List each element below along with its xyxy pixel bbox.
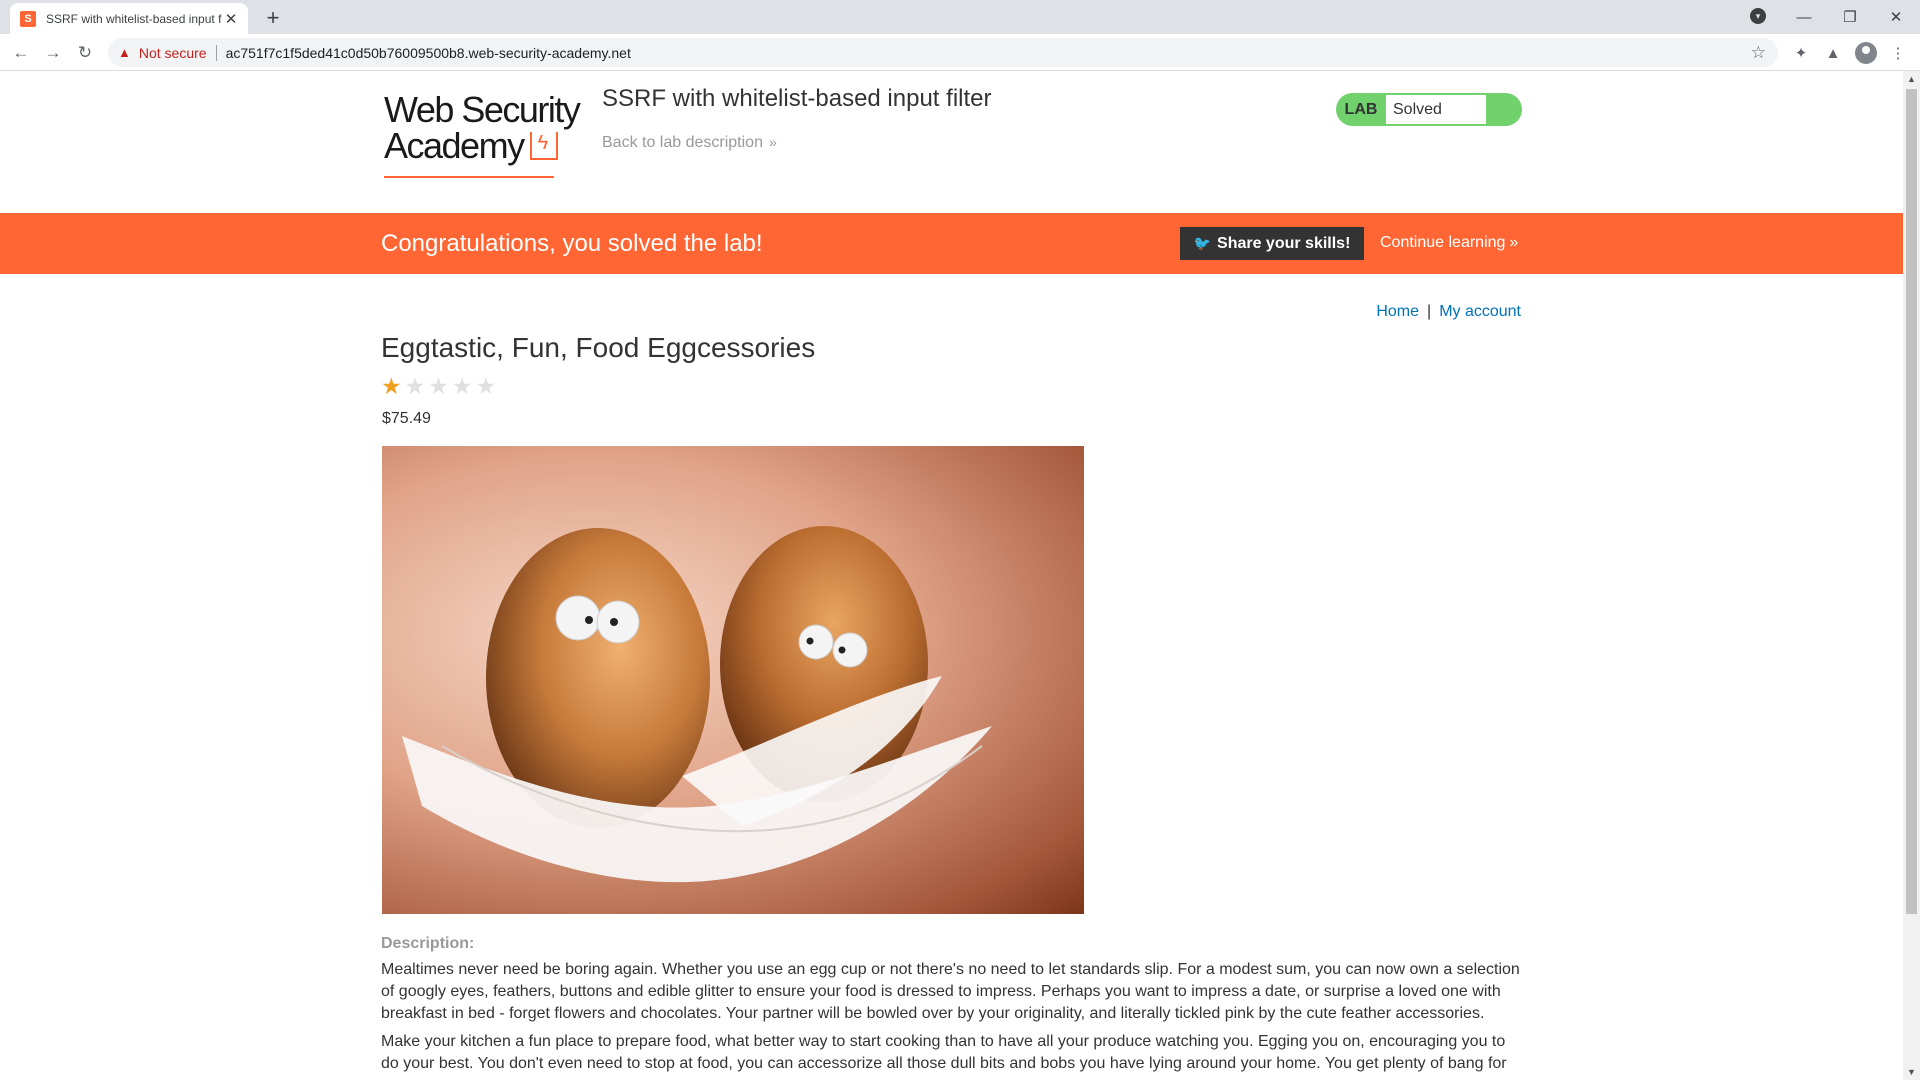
product-price: $75.49 — [382, 410, 431, 427]
restore-icon[interactable]: ❐ — [1827, 0, 1873, 34]
tab-title: SSRF with whitelist-based input f — [46, 11, 222, 26]
lab-title: SSRF with whitelist-based input filter — [602, 85, 992, 112]
lab-header: Web Security Academy SSRF with whitelist… — [0, 71, 1903, 213]
twitter-icon: 🐦 — [1193, 235, 1212, 251]
menu-kebab-icon[interactable]: ⋮ — [1887, 42, 1909, 64]
address-bar[interactable]: ▲ Not secure ac751f7c1f5ded41c0d50b76009… — [108, 38, 1778, 67]
warning-icon: ▲ — [118, 45, 131, 60]
page-viewport: Web Security Academy SSRF with whitelist… — [0, 71, 1903, 1080]
logo-line2: Academy — [384, 128, 584, 164]
browser-toolbar: ← → ↻ ▲ Not secure ac751f7c1f5ded41c0d50… — [0, 34, 1920, 71]
omnibox-divider — [215, 44, 217, 61]
product-rating: ★ ★ ★ ★ ★ — [381, 375, 496, 398]
lab-badge-label: LAB — [1344, 100, 1378, 118]
back-to-description-link[interactable]: Back to lab description » — [602, 134, 777, 152]
tab-search-icon[interactable]: ▾ — [1750, 8, 1766, 24]
logo-underline — [384, 176, 554, 178]
scrollbar-thumb[interactable] — [1906, 89, 1917, 914]
rating-star-icon: ★ — [475, 373, 497, 399]
rating-star-icon: ★ — [428, 373, 449, 399]
tab-close-icon[interactable]: ✕ — [222, 10, 240, 28]
description-paragraph: Mealtimes never need be boring again. Wh… — [381, 961, 1520, 1022]
rating-star-icon: ★ — [381, 373, 402, 399]
share-label: Share your skills! — [1217, 234, 1351, 252]
solved-banner: Congratulations, you solved the lab! 🐦 S… — [0, 213, 1903, 274]
product-title: Eggtastic, Fun, Food Eggcessories — [381, 332, 816, 363]
chevron-right-icon: » — [768, 134, 777, 150]
logo-line2-text: Academy — [384, 125, 525, 166]
scroll-down-icon[interactable]: ▼ — [1903, 1064, 1920, 1080]
description-label: Description: — [381, 935, 475, 952]
scroll-up-icon[interactable]: ▲ — [1903, 71, 1920, 87]
favicon-icon: S — [20, 10, 36, 27]
academy-logo[interactable]: Web Security Academy — [384, 92, 584, 178]
url-text[interactable]: ac751f7c1f5ded41c0d50b76009500b8.web-sec… — [226, 45, 631, 61]
rating-star-icon: ★ — [404, 373, 426, 399]
product-image — [382, 446, 1084, 914]
new-tab-button[interactable]: + — [259, 4, 287, 32]
rating-star-icon: ★ — [451, 373, 473, 399]
eggs-illustration — [402, 526, 992, 883]
minimize-icon[interactable]: — — [1781, 0, 1827, 34]
description-paragraph: Make your kitchen a fun place to prepare… — [381, 1033, 1507, 1072]
share-skills-button[interactable]: 🐦 Share your skills! — [1180, 227, 1364, 260]
lightning-icon — [529, 132, 558, 160]
solved-message: Congratulations, you solved the lab! — [381, 230, 763, 257]
browser-tabstrip: S SSRF with whitelist-based input f ✕ + … — [0, 0, 1920, 34]
security-label[interactable]: Not secure — [139, 45, 207, 61]
lab-status-text: Solved — [1386, 95, 1486, 124]
my-account-link[interactable]: My account — [1439, 303, 1521, 320]
back-link-label: Back to lab description — [602, 134, 763, 151]
profile-avatar[interactable] — [1855, 42, 1877, 64]
reload-icon[interactable]: ↻ — [72, 40, 98, 66]
continue-label: Continue learning — [1380, 234, 1506, 251]
page-scrollbar[interactable]: ▲ ▼ — [1903, 71, 1920, 1080]
browser-tab[interactable]: S SSRF with whitelist-based input f ✕ — [10, 3, 248, 34]
extensions-icon[interactable]: ✦ — [1790, 42, 1812, 64]
close-window-icon[interactable]: ✕ — [1873, 0, 1919, 34]
back-icon[interactable]: ← — [8, 40, 34, 66]
continue-learning-link[interactable]: Continue learning» — [1380, 234, 1518, 252]
forward-icon[interactable]: → — [40, 40, 66, 66]
bookmark-star-icon[interactable]: ☆ — [1751, 43, 1766, 63]
chevron-right-icon: » — [1509, 234, 1518, 251]
logo-line1: Web Security — [384, 89, 581, 130]
home-link[interactable]: Home — [1376, 303, 1419, 320]
lab-flask-icon[interactable]: ▲ — [1822, 42, 1844, 64]
top-nav-links: Home | My account — [1376, 303, 1521, 321]
lab-status-badge: LAB Solved — [1336, 93, 1522, 126]
nav-separator: | — [1427, 303, 1432, 320]
